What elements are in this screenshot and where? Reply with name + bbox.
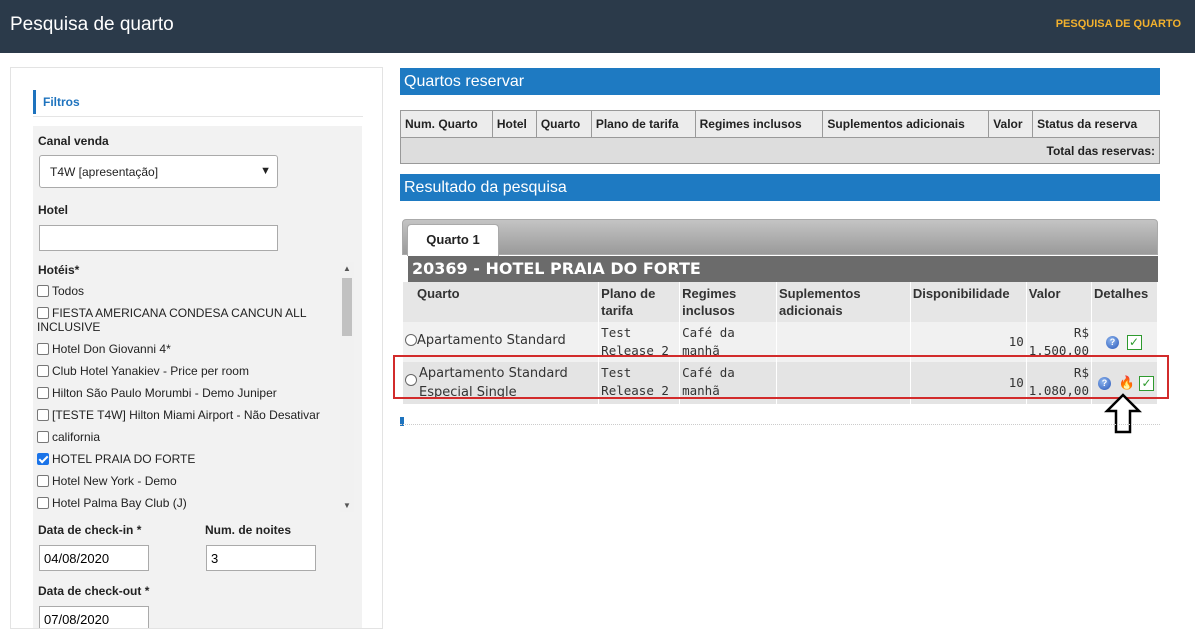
checkout-label: Data de check-out * bbox=[38, 584, 150, 598]
col-status: Status da reserva bbox=[1032, 110, 1160, 138]
hotel-option-label: [TESTE T4W] Hilton Miami Airport - Não D… bbox=[52, 408, 320, 422]
hotel-option-new-york[interactable]: Hotel New York - Demo bbox=[37, 474, 355, 488]
col-detalhes: Detalhes bbox=[1091, 282, 1159, 322]
col-suplementos: Suplementos adicionais bbox=[776, 282, 911, 322]
hotel-option-label: Hotel Don Giovanni 4* bbox=[52, 342, 171, 356]
room-select-radio[interactable] bbox=[405, 334, 417, 346]
checkbox[interactable] bbox=[37, 387, 49, 399]
reservar-table: Num. Quarto Hotel Quarto Plano de tarifa… bbox=[400, 110, 1160, 164]
hotel-option-fiesta[interactable]: FIESTA AMERICANA CONDESA CANCUN ALL INCL… bbox=[37, 306, 355, 334]
hotel-option-label: california bbox=[52, 430, 101, 444]
room-name: Apartamento Standard bbox=[417, 333, 566, 348]
resultado-section-title: Resultado da pesquisa bbox=[400, 174, 1160, 201]
col-suplementos: Suplementos adicionais bbox=[822, 110, 990, 138]
hotel-header: 20369 - HOTEL PRAIA DO FORTE bbox=[408, 256, 1158, 282]
col-valor: Valor bbox=[1026, 282, 1092, 322]
checkbox[interactable] bbox=[37, 307, 49, 319]
checkbox[interactable] bbox=[37, 285, 49, 297]
hotel-option-palma-bay[interactable]: Hotel Palma Bay Club (J) bbox=[37, 496, 355, 510]
noites-input[interactable] bbox=[206, 545, 316, 571]
scroll-down-icon[interactable]: ▼ bbox=[343, 501, 351, 510]
scroll-up-icon[interactable]: ▲ bbox=[343, 264, 351, 273]
hotel-option-label: Hilton São Paulo Morumbi - Demo Juniper bbox=[52, 386, 277, 400]
canal-venda-label: Canal venda bbox=[38, 134, 109, 148]
col-regimes: Regimes inclusos bbox=[679, 282, 777, 322]
noites-label: Num. de noites bbox=[205, 523, 292, 537]
filters-divider bbox=[33, 116, 363, 117]
total-reservas-label: Total das reservas: bbox=[400, 137, 1160, 164]
col-plano: Plano de tarifa bbox=[590, 110, 696, 138]
hotel-option-don-giovanni[interactable]: Hotel Don Giovanni 4* bbox=[37, 342, 355, 356]
checkbox[interactable] bbox=[37, 431, 49, 443]
section-divider bbox=[400, 424, 1160, 425]
rooms-header-row: Quarto Plano de tarifa Regimes inclusos … bbox=[403, 282, 1159, 322]
filters-title: Filtros bbox=[33, 90, 80, 114]
reservar-total-row: Total das reservas: bbox=[400, 137, 1160, 164]
hotel-option-hilton-miami[interactable]: [TESTE T4W] Hilton Miami Airport - Não D… bbox=[37, 408, 355, 422]
canal-venda-value: T4W [apresentação] bbox=[50, 165, 159, 179]
result-tabs: Quarto 1 bbox=[402, 219, 1158, 256]
hotel-label: Hotel bbox=[38, 203, 68, 217]
scrollbar-thumb[interactable] bbox=[342, 278, 352, 336]
hoteis-label: Hotéis* bbox=[38, 263, 80, 277]
hotel-option-label: Club Hotel Yanakiev - Price per room bbox=[52, 364, 249, 378]
checkbox[interactable] bbox=[37, 409, 49, 421]
hotel-option-praia-do-forte[interactable]: HOTEL PRAIA DO FORTE bbox=[37, 452, 355, 466]
top-bar: Pesquisa de quarto PESQUISA DE QUARTO bbox=[0, 0, 1195, 53]
col-valor: Valor bbox=[988, 110, 1034, 138]
highlight-box bbox=[393, 355, 1169, 399]
col-quarto: Quarto bbox=[403, 282, 600, 322]
hotel-option-label: Hotel Palma Bay Club (J) bbox=[52, 496, 187, 510]
page-title: Pesquisa de quarto bbox=[10, 14, 174, 35]
breadcrumb[interactable]: PESQUISA DE QUARTO bbox=[1056, 18, 1181, 30]
hotel-option-hilton-sp[interactable]: Hilton São Paulo Morumbi - Demo Juniper bbox=[37, 386, 355, 400]
hotel-option-label: Hotel New York - Demo bbox=[52, 474, 177, 488]
col-num-quarto: Num. Quarto bbox=[400, 110, 493, 138]
hotels-scrollbar[interactable]: ▲ ▼ bbox=[340, 262, 354, 512]
col-regimes: Regimes inclusos bbox=[694, 110, 824, 138]
checkbox[interactable] bbox=[37, 365, 49, 377]
hotel-option-yanakiev[interactable]: Club Hotel Yanakiev - Price per room bbox=[37, 364, 355, 378]
hotel-option-label: FIESTA AMERICANA CONDESA CANCUN ALL INCL… bbox=[37, 306, 307, 334]
canal-venda-select[interactable]: T4W [apresentação] ▼ bbox=[39, 155, 278, 188]
col-hotel: Hotel bbox=[491, 110, 537, 138]
reservar-section-title: Quartos reservar bbox=[400, 68, 1160, 95]
reservar-header-row: Num. Quarto Hotel Quarto Plano de tarifa… bbox=[400, 110, 1160, 138]
col-plano-tarifa: Plano de tarifa bbox=[598, 282, 681, 322]
checkbox[interactable] bbox=[37, 497, 49, 509]
checkbox[interactable] bbox=[37, 475, 49, 487]
tab-quarto-1[interactable]: Quarto 1 bbox=[407, 224, 499, 256]
checkbox-checked[interactable] bbox=[37, 453, 49, 465]
chevron-down-icon: ▼ bbox=[260, 165, 271, 177]
checkin-input[interactable] bbox=[39, 545, 149, 571]
hotel-option-label: HOTEL PRAIA DO FORTE bbox=[52, 452, 196, 466]
col-disponibilidade: Disponibilidade bbox=[910, 282, 1027, 322]
hotel-option-todos[interactable]: Todos bbox=[37, 284, 355, 298]
hotels-checklist: Todos FIESTA AMERICANA CONDESA CANCUN AL… bbox=[37, 284, 355, 532]
checkin-label: Data de check-in * bbox=[38, 523, 142, 537]
hotel-option-label: Todos bbox=[52, 284, 85, 298]
hotel-input[interactable] bbox=[39, 225, 278, 251]
question-circle-icon[interactable]: ? bbox=[1105, 336, 1119, 349]
up-arrow-icon bbox=[1104, 393, 1142, 434]
filters-sidebar: Filtros Canal venda T4W [apresentação] ▼… bbox=[10, 67, 383, 629]
filters-panel: Canal venda T4W [apresentação] ▼ Hotel H… bbox=[33, 126, 362, 628]
checkbox-check-icon[interactable]: ✓ bbox=[1126, 335, 1142, 350]
hotel-option-california[interactable]: california bbox=[37, 430, 355, 444]
checkbox[interactable] bbox=[37, 343, 49, 355]
checkout-input[interactable] bbox=[39, 606, 149, 628]
col-quarto: Quarto bbox=[535, 110, 592, 138]
